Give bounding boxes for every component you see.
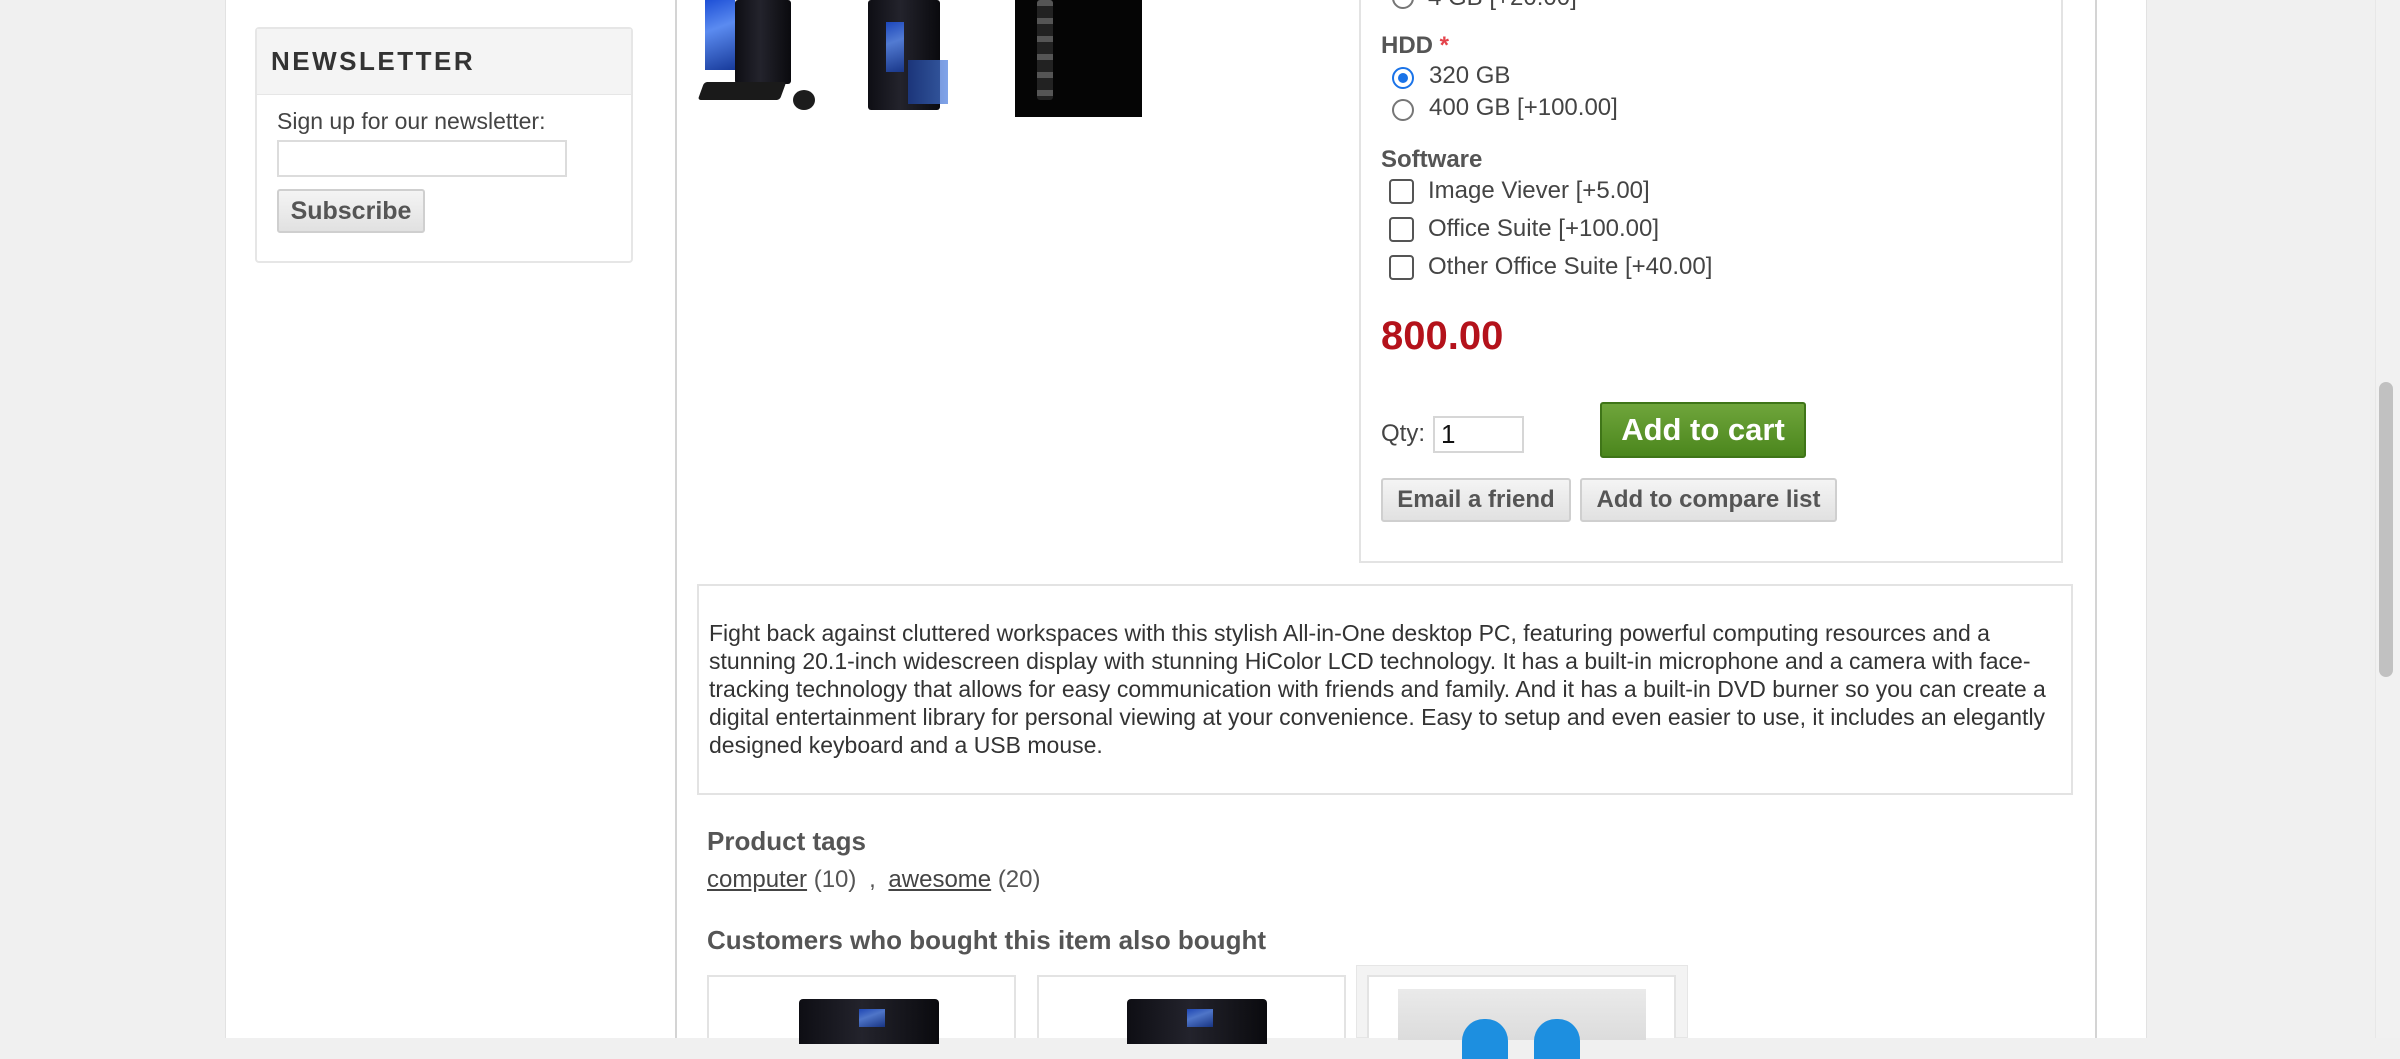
product-thumbnail-3[interactable] xyxy=(1015,0,1142,117)
qty-input[interactable]: 1 xyxy=(1433,416,1524,453)
ram-option-partial-label: 4 GB [+20.00] xyxy=(1428,0,1577,12)
software-option-label[interactable]: Other Office Suite [+40.00] xyxy=(1428,253,1712,281)
product-thumbnail-2[interactable] xyxy=(858,0,978,117)
product-description: Fight back against cluttered workspaces … xyxy=(709,620,2046,758)
software-checkbox-office-suite[interactable] xyxy=(1389,217,1414,242)
newsletter-label: Sign up for our newsletter: xyxy=(277,108,546,134)
tag-count: (10) xyxy=(813,866,857,893)
hdd-option-label[interactable]: 400 GB [+100.00] xyxy=(1429,94,1618,122)
qty-label: Qty: xyxy=(1381,420,1426,447)
also-bought-card[interactable] xyxy=(1367,975,1676,1059)
email-friend-button[interactable]: Email a friend xyxy=(1381,478,1571,522)
also-bought-title: Customers who bought this item also boug… xyxy=(707,925,1266,955)
required-mark: * xyxy=(1439,32,1450,59)
product-tags-list: computer (10) , awesome (20) xyxy=(707,866,1041,894)
software-label: Software xyxy=(1381,146,1483,173)
subscribe-button[interactable]: Subscribe xyxy=(277,189,425,233)
product-image xyxy=(1127,999,1267,1044)
also-bought-card[interactable] xyxy=(707,975,1016,1044)
tag-separator: , xyxy=(869,866,876,893)
tag-link-awesome[interactable]: awesome xyxy=(888,866,991,893)
product-tags-title: Product tags xyxy=(707,826,866,856)
product-price: 800.00 xyxy=(1381,314,1504,358)
software-checkbox-image-viever[interactable] xyxy=(1389,179,1414,204)
product-image xyxy=(799,999,939,1044)
hdd-label: HDD * xyxy=(1381,32,1449,60)
newsletter-title: NEWSLETTER xyxy=(271,46,476,76)
software-option-label[interactable]: Image Viever [+5.00] xyxy=(1428,177,1650,205)
hdd-option-label[interactable]: 320 GB xyxy=(1429,62,1510,90)
add-to-compare-button[interactable]: Add to compare list xyxy=(1580,478,1837,522)
hdd-radio-320gb[interactable] xyxy=(1392,67,1414,89)
hdd-label-text: HDD xyxy=(1381,32,1433,59)
newsletter-email-input[interactable] xyxy=(277,140,567,177)
scrollbar-thumb[interactable] xyxy=(2379,382,2393,677)
tag-link-computer[interactable]: computer xyxy=(707,866,807,893)
also-bought-card[interactable] xyxy=(1037,975,1346,1044)
add-to-cart-button[interactable]: Add to cart xyxy=(1600,402,1806,458)
product-thumbnail-1[interactable] xyxy=(697,0,827,117)
product-image xyxy=(1398,989,1646,1059)
software-checkbox-other-office-suite[interactable] xyxy=(1389,255,1414,280)
tag-count: (20) xyxy=(997,866,1041,893)
software-option-label[interactable]: Office Suite [+100.00] xyxy=(1428,215,1659,243)
hdd-radio-400gb[interactable] xyxy=(1392,99,1414,121)
